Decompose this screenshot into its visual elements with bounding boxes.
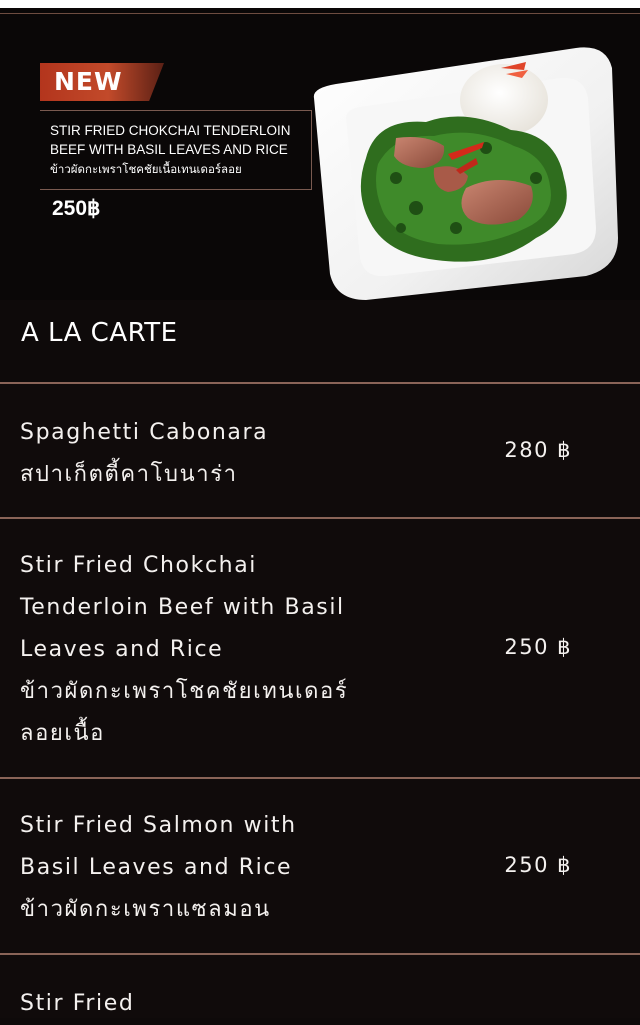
menu-item-line: Stir Fried xyxy=(20,991,135,1016)
menu-item-name: Spaghetti Cabonara สปาเก็ตตี้คาโบนาร่า xyxy=(20,412,400,496)
menu-item-line: ลอยเนื้อ xyxy=(20,721,105,746)
banner-top-divider xyxy=(0,13,640,14)
menu-item-line: สปาเก็ตตี้คาโบนาร่า xyxy=(20,462,238,487)
featured-price: 250฿ xyxy=(52,197,101,220)
menu-item-price: 250 ฿ xyxy=(504,635,572,659)
menu-item[interactable]: Stir Fried xyxy=(0,953,640,1018)
menu-item[interactable]: Stir Fried Salmon with Basil Leaves and … xyxy=(0,777,640,953)
menu-item-line: ข้าวผัดกะเพราโชคชัยเทนเดอร์ xyxy=(20,679,349,704)
new-badge-label: NEW xyxy=(54,67,123,96)
menu-item-line: Stir Fried Chokchai xyxy=(20,553,257,578)
menu-item-line: Stir Fried Salmon with xyxy=(20,813,297,838)
menu-item-line: ข้าวผัดกะเพราแซลมอน xyxy=(20,897,271,922)
menu-item-name: Stir Fried Salmon with Basil Leaves and … xyxy=(20,805,400,931)
menu-item-name: Stir Fried Chokchai Tenderloin Beef with… xyxy=(20,545,400,755)
menu-item-line: Basil Leaves and Rice xyxy=(20,855,293,880)
new-badge: NEW xyxy=(40,63,164,101)
featured-name-line: STIR FRIED CHOKCHAI TENDERLOIN xyxy=(50,123,291,138)
menu-item-price: 250 ฿ xyxy=(504,853,572,877)
menu-item-line: Spaghetti Cabonara xyxy=(20,420,269,445)
featured-name: STIR FRIED CHOKCHAI TENDERLOIN BEEF WITH… xyxy=(50,121,308,159)
featured-name-box: STIR FRIED CHOKCHAI TENDERLOIN BEEF WITH… xyxy=(40,110,312,190)
menu-item-price: 280 ฿ xyxy=(504,438,572,462)
menu-item-line: Leaves and Rice xyxy=(20,637,224,662)
menu-item[interactable]: Stir Fried Chokchai Tenderloin Beef with… xyxy=(0,517,640,777)
featured-name-line: BEEF WITH BASIL LEAVES AND RICE xyxy=(50,142,288,157)
status-strip xyxy=(0,0,640,8)
featured-dish-photo xyxy=(306,38,622,300)
featured-banner[interactable]: NEW STIR FRIED CHOKCHAI TENDERLOIN BEEF … xyxy=(0,8,640,300)
featured-name-thai: ข้าวผัดกะเพราโชคชัยเนื้อเทนเดอร์ลอย xyxy=(50,162,242,176)
menu-item-line: Tenderloin Beef with Basil xyxy=(20,595,345,620)
menu-item-name: Stir Fried xyxy=(20,983,400,1025)
menu-list: Spaghetti Cabonara สปาเก็ตตี้คาโบนาร่า 2… xyxy=(0,382,640,1018)
section-title: A LA CARTE xyxy=(21,318,178,348)
menu-item[interactable]: Spaghetti Cabonara สปาเก็ตตี้คาโบนาร่า 2… xyxy=(0,382,640,517)
